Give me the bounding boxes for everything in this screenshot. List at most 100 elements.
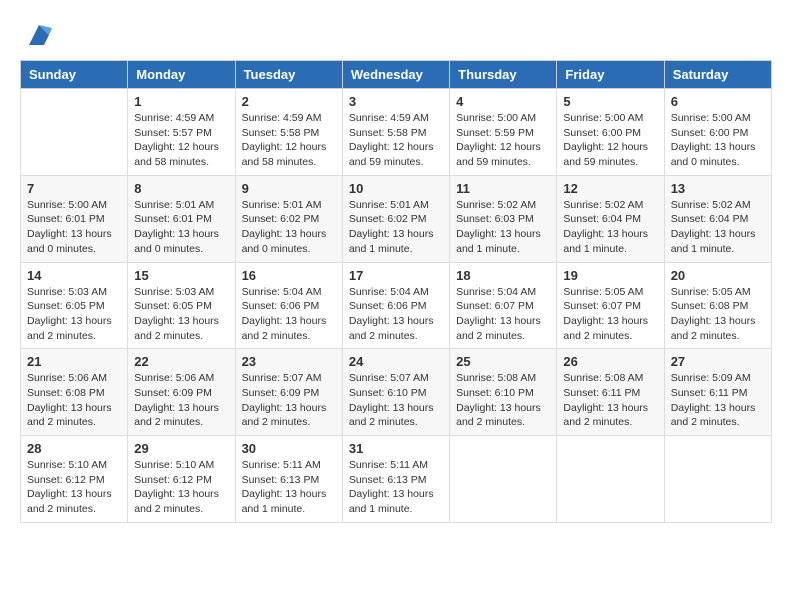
day-number: 30 — [242, 441, 336, 456]
day-number: 17 — [349, 268, 443, 283]
day-info: Sunrise: 5:05 AMSunset: 6:08 PMDaylight:… — [671, 285, 765, 344]
day-number: 12 — [563, 181, 657, 196]
calendar-cell: 18 Sunrise: 5:04 AMSunset: 6:07 PMDayligh… — [450, 262, 557, 349]
day-info: Sunrise: 5:02 AMSunset: 6:04 PMDaylight:… — [563, 198, 657, 257]
day-info: Sunrise: 5:02 AMSunset: 6:04 PMDaylight:… — [671, 198, 765, 257]
day-number: 18 — [456, 268, 550, 283]
day-number: 28 — [27, 441, 121, 456]
calendar-cell — [664, 436, 771, 523]
day-info: Sunrise: 5:00 AMSunset: 6:00 PMDaylight:… — [563, 111, 657, 170]
day-number: 4 — [456, 94, 550, 109]
day-info: Sunrise: 5:00 AMSunset: 6:00 PMDaylight:… — [671, 111, 765, 170]
page-header — [20, 20, 772, 50]
day-info: Sunrise: 5:04 AMSunset: 6:06 PMDaylight:… — [242, 285, 336, 344]
calendar-cell: 26 Sunrise: 5:08 AMSunset: 6:11 PMDayligh… — [557, 349, 664, 436]
calendar-cell: 2 Sunrise: 4:59 AMSunset: 5:58 PMDaylight… — [235, 89, 342, 176]
calendar-cell: 22 Sunrise: 5:06 AMSunset: 6:09 PMDayligh… — [128, 349, 235, 436]
day-info: Sunrise: 5:04 AMSunset: 6:07 PMDaylight:… — [456, 285, 550, 344]
logo-icon — [24, 20, 54, 50]
calendar-cell: 10Sunrise: 5:01 AMSunset: 6:02 PMDayligh… — [342, 175, 449, 262]
day-info: Sunrise: 5:11 AMSunset: 6:13 PMDaylight:… — [242, 458, 336, 517]
day-info: Sunrise: 5:05 AMSunset: 6:07 PMDaylight:… — [563, 285, 657, 344]
calendar-cell: 11 Sunrise: 5:02 AMSunset: 6:03 PMDayligh… — [450, 175, 557, 262]
day-number: 25 — [456, 354, 550, 369]
day-number: 19 — [563, 268, 657, 283]
day-number: 21 — [27, 354, 121, 369]
calendar-cell — [557, 436, 664, 523]
day-number: 16 — [242, 268, 336, 283]
day-info: Sunrise: 5:06 AMSunset: 6:09 PMDaylight:… — [134, 371, 228, 430]
calendar-cell: 1 Sunrise: 4:59 AMSunset: 5:57 PMDaylight… — [128, 89, 235, 176]
calendar-cell — [450, 436, 557, 523]
day-info: Sunrise: 5:03 AMSunset: 6:05 PMDaylight:… — [27, 285, 121, 344]
calendar-cell: 27 Sunrise: 5:09 AMSunset: 6:11 PMDayligh… — [664, 349, 771, 436]
day-info: Sunrise: 5:08 AMSunset: 6:11 PMDaylight:… — [563, 371, 657, 430]
logo — [20, 20, 54, 50]
day-number: 24 — [349, 354, 443, 369]
calendar-cell: 25 Sunrise: 5:08 AMSunset: 6:10 PMDayligh… — [450, 349, 557, 436]
day-number: 22 — [134, 354, 228, 369]
calendar-cell: 8Sunrise: 5:01 AMSunset: 6:01 PMDaylight… — [128, 175, 235, 262]
day-number: 23 — [242, 354, 336, 369]
calendar-cell: 19 Sunrise: 5:05 AMSunset: 6:07 PMDayligh… — [557, 262, 664, 349]
calendar-cell: 24 Sunrise: 5:07 AMSunset: 6:10 PMDayligh… — [342, 349, 449, 436]
day-info: Sunrise: 5:07 AMSunset: 6:10 PMDaylight:… — [349, 371, 443, 430]
calendar-cell: 21 Sunrise: 5:06 AMSunset: 6:08 PMDayligh… — [21, 349, 128, 436]
calendar-cell: 13 Sunrise: 5:02 AMSunset: 6:04 PMDayligh… — [664, 175, 771, 262]
day-info: Sunrise: 5:10 AMSunset: 6:12 PMDaylight:… — [27, 458, 121, 517]
day-number: 7 — [27, 181, 121, 196]
day-of-week-header: Wednesday — [342, 61, 449, 89]
calendar-cell: 29Sunrise: 5:10 AMSunset: 6:12 PMDayligh… — [128, 436, 235, 523]
day-info: Sunrise: 5:09 AMSunset: 6:11 PMDaylight:… — [671, 371, 765, 430]
calendar-cell: 20 Sunrise: 5:05 AMSunset: 6:08 PMDayligh… — [664, 262, 771, 349]
day-number: 13 — [671, 181, 765, 196]
day-number: 29 — [134, 441, 228, 456]
day-number: 31 — [349, 441, 443, 456]
day-number: 2 — [242, 94, 336, 109]
day-of-week-header: Friday — [557, 61, 664, 89]
day-number: 5 — [563, 94, 657, 109]
day-number: 8 — [134, 181, 228, 196]
day-number: 27 — [671, 354, 765, 369]
day-of-week-header: Saturday — [664, 61, 771, 89]
calendar-cell: 5 Sunrise: 5:00 AMSunset: 6:00 PMDaylight… — [557, 89, 664, 176]
day-info: Sunrise: 5:11 AMSunset: 6:13 PMDaylight:… — [349, 458, 443, 517]
day-info: Sunrise: 5:00 AMSunset: 5:59 PMDaylight:… — [456, 111, 550, 170]
calendar-cell: 15 Sunrise: 5:03 AMSunset: 6:05 PMDayligh… — [128, 262, 235, 349]
day-number: 9 — [242, 181, 336, 196]
day-info: Sunrise: 5:04 AMSunset: 6:06 PMDaylight:… — [349, 285, 443, 344]
day-info: Sunrise: 5:01 AMSunset: 6:02 PMDaylight:… — [349, 198, 443, 257]
day-number: 15 — [134, 268, 228, 283]
day-of-week-header: Thursday — [450, 61, 557, 89]
day-info: Sunrise: 5:03 AMSunset: 6:05 PMDaylight:… — [134, 285, 228, 344]
day-of-week-header: Sunday — [21, 61, 128, 89]
day-info: Sunrise: 5:08 AMSunset: 6:10 PMDaylight:… — [456, 371, 550, 430]
calendar-cell: 23 Sunrise: 5:07 AMSunset: 6:09 PMDayligh… — [235, 349, 342, 436]
day-number: 26 — [563, 354, 657, 369]
day-info: Sunrise: 5:07 AMSunset: 6:09 PMDaylight:… — [242, 371, 336, 430]
day-number: 6 — [671, 94, 765, 109]
calendar-cell: 7Sunrise: 5:00 AMSunset: 6:01 PMDaylight… — [21, 175, 128, 262]
day-info: Sunrise: 5:02 AMSunset: 6:03 PMDaylight:… — [456, 198, 550, 257]
day-number: 14 — [27, 268, 121, 283]
day-number: 11 — [456, 181, 550, 196]
calendar-cell — [21, 89, 128, 176]
calendar-cell: 6 Sunrise: 5:00 AMSunset: 6:00 PMDaylight… — [664, 89, 771, 176]
calendar-cell: 16 Sunrise: 5:04 AMSunset: 6:06 PMDayligh… — [235, 262, 342, 349]
day-info: Sunrise: 4:59 AMSunset: 5:58 PMDaylight:… — [349, 111, 443, 170]
calendar-cell: 4 Sunrise: 5:00 AMSunset: 5:59 PMDaylight… — [450, 89, 557, 176]
day-of-week-header: Monday — [128, 61, 235, 89]
day-number: 20 — [671, 268, 765, 283]
day-of-week-header: Tuesday — [235, 61, 342, 89]
day-info: Sunrise: 4:59 AMSunset: 5:57 PMDaylight:… — [134, 111, 228, 170]
day-info: Sunrise: 5:06 AMSunset: 6:08 PMDaylight:… — [27, 371, 121, 430]
day-number: 1 — [134, 94, 228, 109]
day-info: Sunrise: 4:59 AMSunset: 5:58 PMDaylight:… — [242, 111, 336, 170]
calendar-header-row: SundayMondayTuesdayWednesdayThursdayFrid… — [21, 61, 772, 89]
calendar-week-row: 28 Sunrise: 5:10 AMSunset: 6:12 PMDayligh… — [21, 436, 772, 523]
day-info: Sunrise: 5:01 AMSunset: 6:02 PMDaylight:… — [242, 198, 336, 257]
calendar-cell: 9 Sunrise: 5:01 AMSunset: 6:02 PMDaylight… — [235, 175, 342, 262]
calendar-table: SundayMondayTuesdayWednesdayThursdayFrid… — [20, 60, 772, 523]
calendar-week-row: 1 Sunrise: 4:59 AMSunset: 5:57 PMDaylight… — [21, 89, 772, 176]
calendar-cell: 30 Sunrise: 5:11 AMSunset: 6:13 PMDayligh… — [235, 436, 342, 523]
